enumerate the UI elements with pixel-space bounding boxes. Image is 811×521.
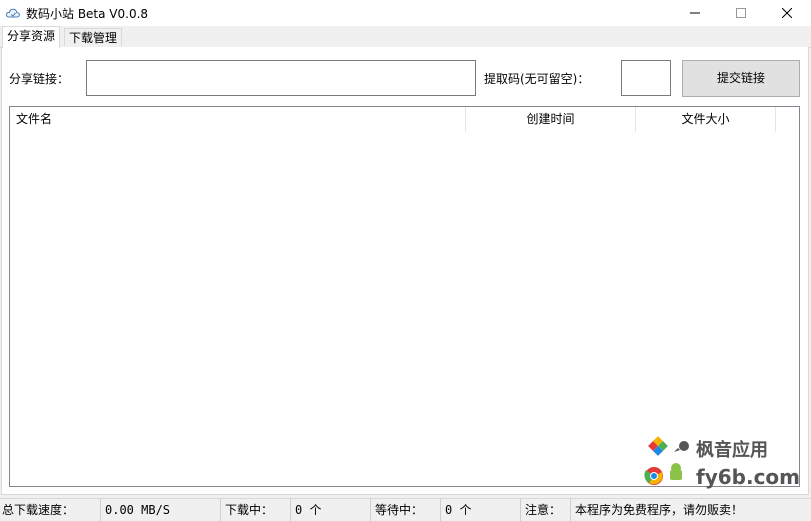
- notice-text: 本程序为免费程序，请勿贩卖！: [570, 499, 809, 521]
- share-link-label: 分享链接：: [9, 72, 70, 86]
- file-list[interactable]: 文件名 创建时间 文件大小: [9, 106, 800, 487]
- title-bar: 数码小站 Beta V0.0.8: [0, 0, 811, 26]
- close-icon: [782, 8, 792, 18]
- minimize-icon: [690, 12, 700, 14]
- extract-code-input[interactable]: [621, 60, 671, 96]
- notice-label: 注意：: [520, 499, 570, 521]
- maximize-icon: [736, 8, 746, 18]
- share-link-input[interactable]: [86, 60, 476, 96]
- downloading-count: 0 个: [290, 499, 370, 521]
- watermark: 枫音应用 fy6b.com: [640, 432, 810, 494]
- total-speed-value: 0.00 MB/S: [100, 499, 220, 521]
- column-header-created-time[interactable]: 创建时间: [466, 107, 636, 132]
- tab-share-resources[interactable]: 分享资源: [2, 26, 61, 48]
- tab-strip: 分享资源 下载管理: [0, 26, 811, 48]
- file-list-header: 文件名 创建时间 文件大小: [10, 107, 799, 132]
- column-header-file-size[interactable]: 文件大小: [636, 107, 776, 132]
- column-header-filename[interactable]: 文件名: [10, 107, 466, 132]
- extract-code-label: 提取码(无可留空)：: [484, 72, 590, 86]
- watermark-logo-icon: 枫音应用 fy6b.com: [644, 436, 800, 489]
- waiting-label: 等待中：: [370, 499, 440, 521]
- minimize-button[interactable]: [672, 0, 718, 26]
- watermark-line1: 枫音应用: [696, 439, 768, 461]
- status-bar: 总下载速度： 0.00 MB/S 下载中： 0 个 等待中： 0 个 注意： 本…: [0, 498, 811, 521]
- submit-link-button[interactable]: 提交链接: [682, 60, 800, 97]
- close-button[interactable]: [764, 0, 810, 26]
- tab-download-manager[interactable]: 下载管理: [64, 28, 123, 46]
- watermark-line2: fy6b.com: [696, 465, 800, 489]
- window-title: 数码小站 Beta V0.0.8: [26, 7, 149, 21]
- waiting-count: 0 个: [440, 499, 520, 521]
- cloud-icon: [6, 8, 20, 18]
- maximize-button[interactable]: [718, 0, 764, 26]
- downloading-label: 下载中：: [220, 499, 290, 521]
- total-speed-label: 总下载速度：: [2, 503, 75, 517]
